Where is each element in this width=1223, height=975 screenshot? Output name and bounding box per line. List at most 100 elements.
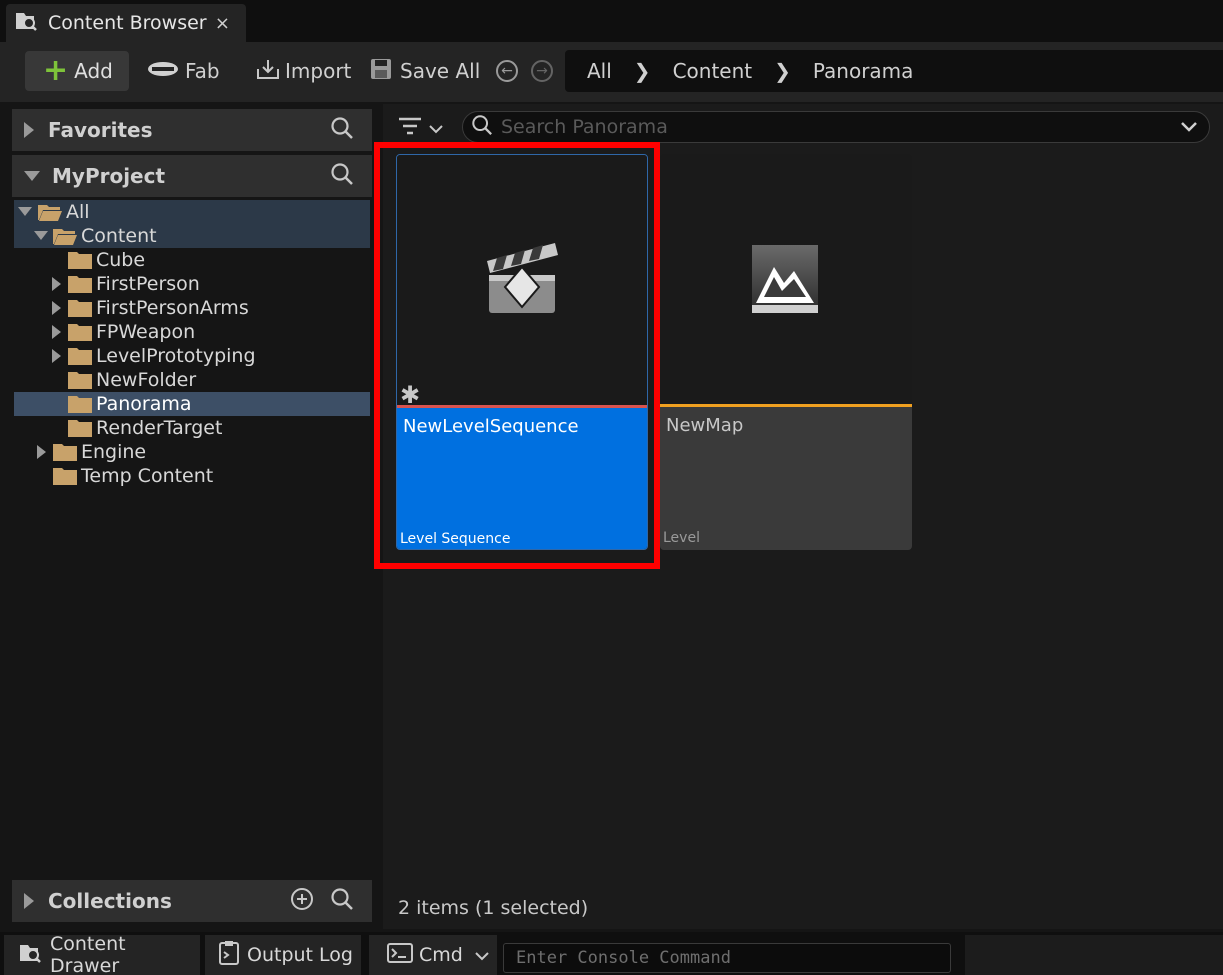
folder-icon <box>68 252 92 269</box>
tree-item-engine[interactable]: Engine <box>14 440 370 464</box>
tree-item-label: All <box>66 201 90 223</box>
expand-arrow-icon[interactable] <box>50 296 64 320</box>
tree-item-newfolder[interactable]: NewFolder <box>14 368 370 392</box>
tree-item-label: Engine <box>81 441 147 463</box>
expand-arrow-icon[interactable] <box>50 272 64 296</box>
asset-info: NewMap Level <box>660 407 912 550</box>
tree-item-rendertarget[interactable]: RenderTarget <box>14 416 370 440</box>
content-drawer-button[interactable]: Content Drawer <box>4 933 200 975</box>
save-all-button[interactable]: Save All <box>370 51 480 91</box>
tree-item-label: FirstPerson <box>96 273 200 295</box>
search-box[interactable] <box>462 111 1210 143</box>
import-label: Import <box>285 59 352 83</box>
content-browser-icon <box>14 10 40 36</box>
tab-content-browser[interactable]: Content Browser × <box>6 4 246 42</box>
expand-arrow-icon[interactable] <box>24 122 34 138</box>
close-icon[interactable]: × <box>215 13 230 34</box>
expand-arrow-icon[interactable] <box>50 344 64 368</box>
content-browser-icon <box>18 942 44 969</box>
tree-item-all[interactable]: All <box>14 200 370 224</box>
folder-icon <box>53 444 77 461</box>
output-log-label: Output Log <box>247 944 353 966</box>
chevron-down-icon[interactable] <box>1181 118 1197 137</box>
expand-arrow-icon[interactable] <box>24 893 34 909</box>
collections-header[interactable]: Collections <box>12 880 372 922</box>
cmd-dropdown[interactable]: Cmd <box>369 935 497 975</box>
expand-arrow-icon[interactable] <box>35 440 49 464</box>
tree-item-label: FPWeapon <box>96 321 196 343</box>
collapse-arrow-icon[interactable] <box>18 200 32 224</box>
filter-button[interactable] <box>397 114 447 142</box>
breadcrumb-content[interactable]: Content <box>673 59 753 83</box>
tree-item-firstperson[interactable]: FirstPerson <box>14 272 370 296</box>
import-button[interactable]: Import <box>255 51 351 91</box>
tree-item-content[interactable]: Content <box>14 224 370 248</box>
breadcrumb-panorama[interactable]: Panorama <box>813 59 914 83</box>
add-label: Add <box>74 59 113 83</box>
add-circle-icon[interactable] <box>290 887 314 916</box>
folder-icon <box>68 420 92 437</box>
folder-icon <box>53 468 77 485</box>
breadcrumb: All ❯ Content ❯ Panorama <box>565 50 1223 92</box>
project-header[interactable]: MyProject <box>12 155 372 197</box>
folder-icon <box>68 348 92 365</box>
favorites-label: Favorites <box>48 118 153 142</box>
tree-item-label: Content <box>81 225 157 247</box>
search-icon[interactable] <box>330 887 354 916</box>
highlight-box <box>374 142 660 569</box>
item-count-status: 2 items (1 selected) <box>398 897 589 919</box>
asset-tile-level[interactable]: NewMap Level <box>660 154 912 550</box>
search-input[interactable] <box>501 116 1171 138</box>
breadcrumb-all[interactable]: All <box>587 59 612 83</box>
tree-item-cube[interactable]: Cube <box>14 248 370 272</box>
tree-item-label: NewFolder <box>96 369 197 391</box>
asset-name: NewMap <box>666 415 744 436</box>
output-log-icon <box>219 940 239 970</box>
plus-icon: + <box>43 53 69 88</box>
folder-icon <box>68 300 92 317</box>
forward-arrow-icon[interactable]: → <box>531 60 553 82</box>
output-log-button[interactable]: Output Log <box>205 935 361 975</box>
fab-label: Fab <box>185 59 220 83</box>
console-command-input[interactable] <box>503 943 951 973</box>
save-icon <box>370 58 392 85</box>
folder-open-icon <box>53 229 77 245</box>
terminal-icon <box>387 942 413 968</box>
fab-button[interactable]: Fab <box>147 51 220 91</box>
tree-item-label: FirstPersonArms <box>96 297 249 319</box>
chevron-right-icon[interactable]: ❯ <box>634 59 651 83</box>
tree-item-temp-content[interactable]: Temp Content <box>14 464 370 488</box>
fab-icon <box>147 59 179 83</box>
tree-item-panorama[interactable]: Panorama <box>14 392 370 416</box>
favorites-header[interactable]: Favorites <box>12 109 372 151</box>
chevron-down-icon <box>429 119 443 138</box>
tree-item-fpweapon[interactable]: FPWeapon <box>14 320 370 344</box>
tree-item-firstpersonarms[interactable]: FirstPersonArms <box>14 296 370 320</box>
add-button[interactable]: + Add <box>25 51 129 91</box>
tab-title: Content Browser <box>48 12 207 34</box>
folder-icon <box>68 396 92 413</box>
folder-icon <box>68 324 92 341</box>
expand-arrow-icon[interactable] <box>50 320 64 344</box>
save-all-label: Save All <box>400 59 481 83</box>
folder-icon <box>68 372 92 389</box>
asset-thumbnail <box>660 154 912 404</box>
search-icon[interactable] <box>330 162 354 191</box>
status-bar-spacer <box>965 935 1223 975</box>
cmd-label: Cmd <box>419 944 463 966</box>
folder-tree: All Content Cube FirstPerson FirstPerson… <box>14 198 372 878</box>
collapse-arrow-icon[interactable] <box>34 224 48 248</box>
chevron-right-icon[interactable]: ❯ <box>774 59 791 83</box>
asset-type: Level <box>663 530 700 546</box>
back-arrow-icon[interactable]: ← <box>496 60 518 82</box>
collapse-arrow-icon[interactable] <box>24 171 40 181</box>
import-icon <box>255 57 281 86</box>
filter-icon <box>397 116 423 140</box>
folder-icon <box>68 276 92 293</box>
search-icon <box>471 114 493 140</box>
tree-item-levelprototyping[interactable]: LevelPrototyping <box>14 344 370 368</box>
search-icon[interactable] <box>330 116 354 145</box>
project-label: MyProject <box>52 164 166 188</box>
tree-item-label: LevelPrototyping <box>96 345 256 367</box>
content-drawer-label: Content Drawer <box>50 933 126 975</box>
